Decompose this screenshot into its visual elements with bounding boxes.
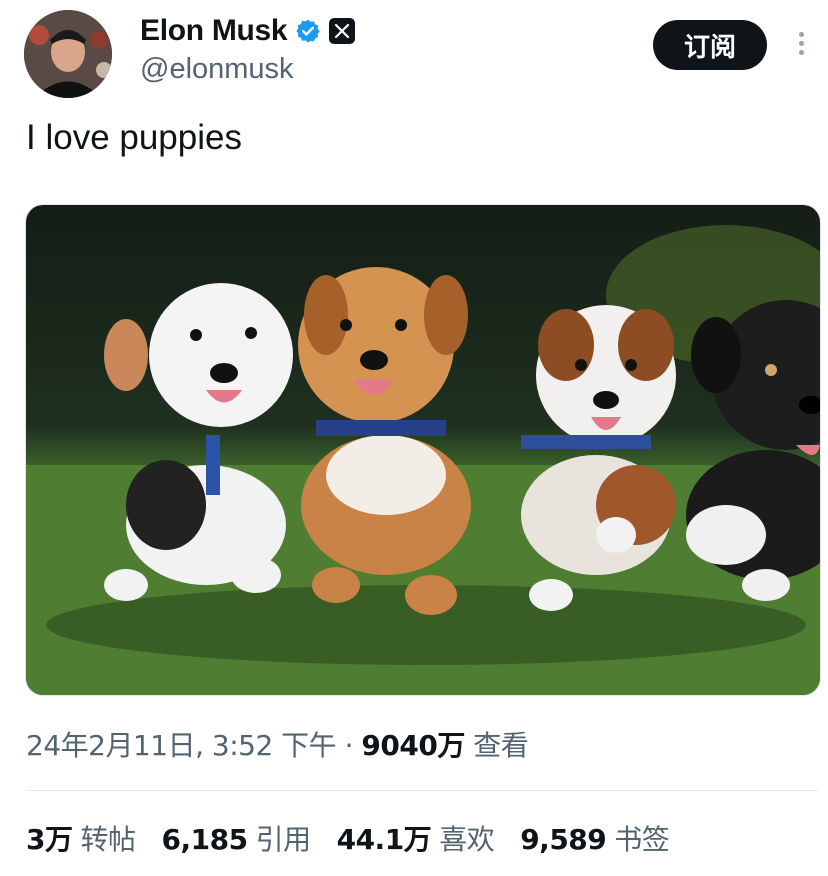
- stat-count: 9,589: [520, 823, 607, 856]
- stat-count: 3万: [26, 823, 73, 856]
- subscribe-button[interactable]: 订阅: [653, 20, 767, 70]
- tweet-text: I love puppies: [26, 118, 242, 157]
- stat-count: 44.1万: [336, 823, 432, 856]
- stat-likes[interactable]: 44.1万 喜欢: [337, 818, 495, 858]
- stat-reposts[interactable]: 3万 转帖: [26, 818, 136, 858]
- stat-label: 喜欢: [439, 823, 495, 856]
- stat-bookmarks[interactable]: 9,589 书签: [520, 818, 670, 858]
- author-display-name[interactable]: Elon Musk: [140, 14, 288, 48]
- tweet-meta: 24年2月11日, 3:52 下午 · 9040万 查看: [26, 729, 529, 762]
- author-name-row: Elon Musk: [140, 14, 356, 48]
- x-logo-icon: [329, 18, 356, 44]
- stat-label: 转帖: [80, 823, 136, 856]
- engagement-stats: 3万 转帖 6,185 引用 44.1万 喜欢 9,589 书签: [26, 818, 695, 858]
- meta-separator: ·: [344, 729, 354, 762]
- author-avatar[interactable]: [24, 10, 112, 98]
- author-handle[interactable]: @elonmusk: [140, 53, 294, 86]
- tweet-image[interactable]: [25, 204, 821, 696]
- views-label: 查看: [473, 729, 529, 762]
- stat-label: 书签: [614, 823, 670, 856]
- divider: [26, 790, 818, 791]
- stat-quotes[interactable]: 6,185 引用: [161, 818, 312, 858]
- stat-label: 引用: [255, 823, 312, 856]
- stat-count: 6,185: [161, 823, 249, 856]
- tweet-date[interactable]: 24年2月11日: [26, 729, 196, 762]
- verified-badge-icon: [296, 19, 321, 43]
- tweet-time[interactable]: 3:52 下午: [212, 729, 337, 762]
- more-vertical-icon[interactable]: [790, 28, 812, 64]
- views-count: 9040万: [361, 729, 465, 762]
